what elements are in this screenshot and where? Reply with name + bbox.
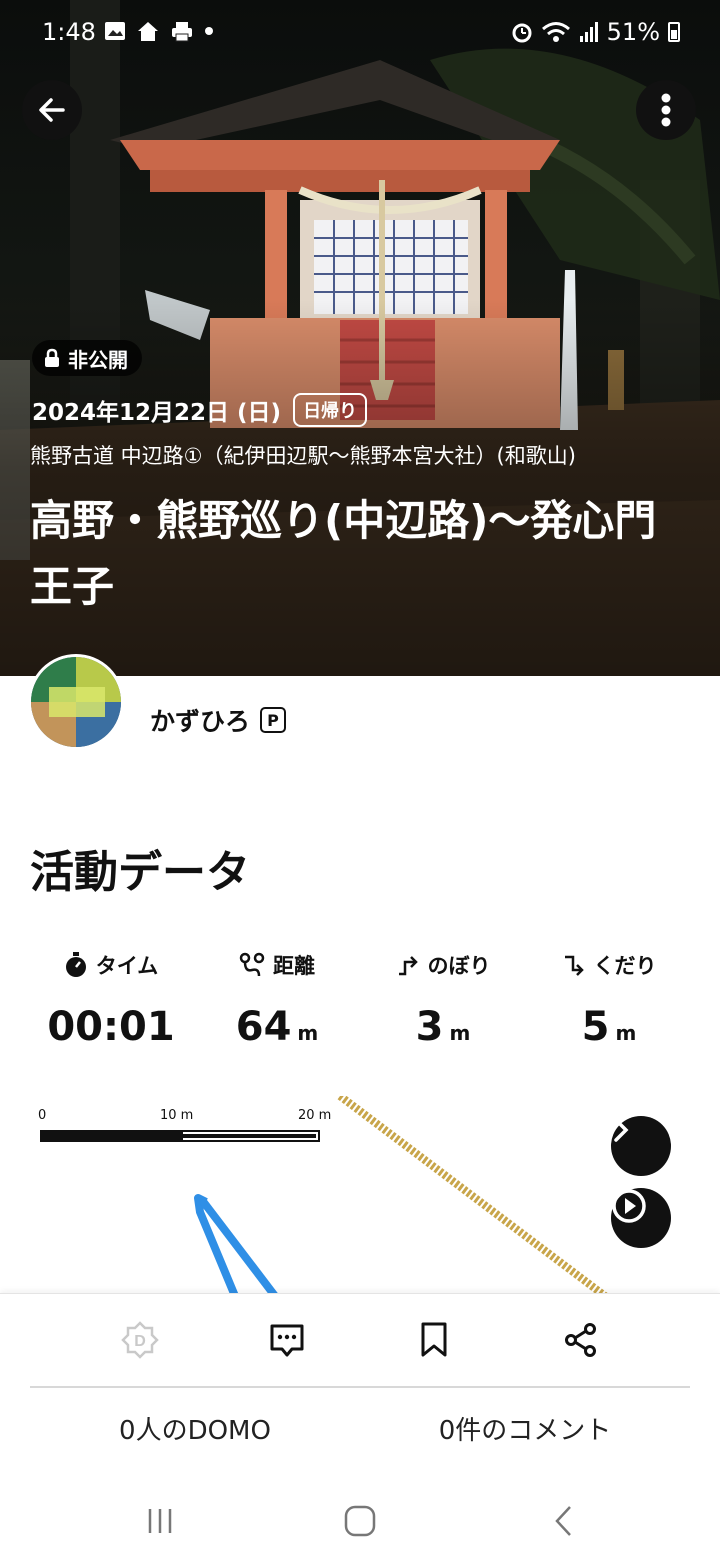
domo-count[interactable]: 0人のDOMO	[30, 1410, 360, 1447]
arrow-left-icon	[39, 98, 65, 122]
status-bar: 1:48 51%	[0, 0, 720, 68]
printer-icon	[172, 22, 192, 42]
stat-unit: m	[297, 1021, 319, 1045]
screen: 1:48 51% 非公開 2024年12月22日 (日) 日帰り 熊野古道 中辺…	[0, 0, 720, 1560]
trail-line	[337, 1096, 608, 1296]
ascent-icon	[398, 956, 418, 976]
stat-label: タイム	[95, 954, 159, 978]
descent-icon	[564, 955, 584, 976]
avatar[interactable]	[28, 654, 124, 750]
dot-icon	[205, 27, 213, 35]
battery-icon	[668, 22, 680, 42]
route-name[interactable]: 熊野古道 中辺路①（紀伊田辺駅〜熊野本宮大社）(和歌山)	[30, 440, 576, 470]
more-options-button[interactable]	[636, 80, 696, 140]
user-name: かずひろ	[150, 707, 251, 736]
stat-ascent: のぼり 3m	[360, 950, 526, 1050]
scale-label-20: 20 m	[298, 1108, 332, 1123]
activity-date: 2024年12月22日 (日)	[32, 400, 282, 426]
home-circle-icon	[344, 1505, 376, 1537]
cover-photo: 1:48 51% 非公開 2024年12月22日 (日) 日帰り 熊野古道 中辺…	[0, 0, 720, 676]
stat-descent: くだり 5m	[526, 950, 692, 1050]
home-icon	[138, 22, 158, 41]
stat-time: タイム 00:01	[28, 950, 194, 1050]
bookmark-icon	[421, 1322, 446, 1357]
alarm-icon	[512, 23, 532, 43]
reaction-counts: 0人のDOMO 0件のコメント	[30, 1410, 690, 1447]
bottom-action-bar: D 0人のDOMO 0件のコメント	[0, 1293, 720, 1483]
user-name-row[interactable]: かずひろ P	[150, 702, 287, 738]
svg-text:D: D	[134, 1333, 146, 1350]
divider	[30, 1386, 690, 1388]
share-icon	[564, 1323, 596, 1357]
home-button[interactable]	[330, 1493, 390, 1549]
comment-icon	[270, 1324, 303, 1357]
system-back-button[interactable]	[534, 1493, 594, 1549]
signal-icon	[579, 22, 598, 42]
system-navigation-bar	[0, 1483, 720, 1560]
stat-value: 5	[581, 1004, 610, 1050]
lock-icon	[45, 348, 59, 367]
wifi-icon	[541, 22, 570, 42]
comment-count[interactable]: 0件のコメント	[360, 1410, 690, 1447]
stat-label: 距離	[273, 954, 315, 978]
status-time: 1:48	[42, 18, 96, 46]
private-label: 非公開	[68, 347, 128, 372]
activity-data-heading: 活動データ	[30, 847, 250, 898]
domo-button[interactable]: D	[66, 1316, 213, 1364]
chevron-right-icon	[614, 1118, 629, 1142]
private-badge: 非公開	[32, 340, 142, 376]
bookmark-button[interactable]	[360, 1316, 507, 1364]
premium-badge: P	[260, 707, 287, 733]
stat-unit: m	[615, 1021, 637, 1045]
comment-button[interactable]	[213, 1316, 360, 1364]
stat-value: 64	[235, 1004, 292, 1050]
recent-apps-icon	[148, 1509, 172, 1533]
stopwatch-icon	[65, 952, 86, 977]
scale-label-10: 10 m	[160, 1108, 194, 1123]
stat-label: くだり	[593, 954, 657, 978]
action-buttons: D	[66, 1316, 654, 1364]
more-vertical-icon	[661, 93, 671, 127]
stat-label: のぼり	[427, 954, 491, 978]
trip-type-tag: 日帰り	[293, 393, 368, 427]
stat-value: 3	[415, 1004, 444, 1050]
activity-title: 高野・熊野巡り(中辺路)〜発心門王子	[30, 496, 657, 611]
share-button[interactable]	[507, 1316, 654, 1364]
status-system-icons: 51%	[511, 18, 680, 46]
chevron-left-icon	[555, 1506, 571, 1536]
battery-percent: 51%	[606, 18, 660, 46]
status-notification-icons	[104, 20, 214, 42]
stat-value: 00:01	[47, 1004, 175, 1050]
scale-label-0: 0	[38, 1108, 47, 1123]
map-canvas	[40, 1096, 608, 1296]
play-icon	[612, 1189, 646, 1223]
map-next-button[interactable]	[611, 1116, 671, 1176]
activity-stats: タイム 00:01 距離 64 m のぼり 3m くだり 5m	[28, 950, 692, 1050]
image-icon	[105, 22, 125, 40]
back-button[interactable]	[22, 80, 82, 140]
domo-icon: D	[120, 1321, 159, 1359]
recent-apps-button[interactable]	[130, 1493, 190, 1549]
date-row: 2024年12月22日 (日) 日帰り	[32, 393, 368, 427]
route-map[interactable]: 0 10 m 20 m	[30, 1096, 690, 1296]
route-icon	[239, 952, 265, 977]
stat-unit: m	[449, 1021, 471, 1045]
map-play-button[interactable]	[611, 1188, 671, 1248]
stat-distance: 距離 64 m	[194, 950, 360, 1050]
